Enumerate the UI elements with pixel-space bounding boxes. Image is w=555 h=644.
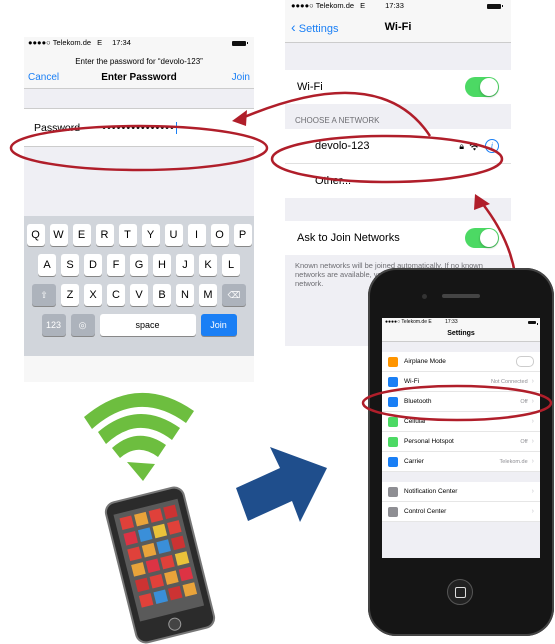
- control-center-icon: [388, 506, 398, 517]
- network-label: E: [428, 319, 432, 325]
- settings-row-label: Control Center: [404, 508, 447, 515]
- airplane-icon: [388, 356, 398, 367]
- blue-arrow-icon: [236, 447, 327, 522]
- airplane-toggle[interactable]: [516, 356, 534, 367]
- settings-title: Settings: [382, 327, 540, 342]
- settings-row-notification-center[interactable]: Notification Center ›: [382, 482, 540, 502]
- password-highlight-oval: [9, 124, 269, 172]
- settings-row-carrier[interactable]: Carrier Telekom.de ›: [382, 452, 540, 472]
- settings-row-airplane-mode[interactable]: Airplane Mode: [382, 352, 540, 372]
- small-smartphone-icon: [104, 486, 216, 644]
- phone-wifi-highlight: [361, 384, 553, 422]
- settings-row-label: Notification Center: [404, 488, 458, 495]
- chevron-right-icon: ›: [531, 438, 534, 445]
- phone-speaker: [442, 294, 480, 298]
- settings-row-value: Off: [520, 438, 528, 445]
- arrow-head-icon: [474, 194, 490, 210]
- arrow-network-to-password: [241, 91, 432, 137]
- settings-row-label: Airplane Mode: [404, 358, 446, 365]
- settings-row-personal-hotspot[interactable]: Personal Hotspot Off ›: [382, 432, 540, 452]
- settings-list: Airplane Mode Wi-Fi Not Connected › Bluetoot…: [382, 352, 540, 522]
- settings-row-label: Carrier: [404, 458, 424, 465]
- carrier-label: Telekom.de: [401, 319, 427, 325]
- chevron-right-icon: ›: [531, 488, 534, 495]
- battery-icon: [528, 321, 538, 325]
- chevron-right-icon: ›: [531, 458, 534, 465]
- phone-settings-screen: ●●●●○ Telekom.de E 17:33 Settings Airpla…: [382, 318, 540, 558]
- signal-dots: ●●●●○: [385, 319, 402, 325]
- home-button[interactable]: [447, 579, 473, 605]
- phone-camera: [422, 294, 427, 299]
- iphone-device: ●●●●○ Telekom.de E 17:33 Settings Airpla…: [368, 268, 554, 636]
- time-label: 17:33: [445, 319, 458, 325]
- status-bar: ●●●●○ Telekom.de E 17:33: [382, 318, 540, 327]
- notification-icon: [388, 486, 398, 497]
- network-highlight-oval: [270, 134, 504, 184]
- arrow-head-icon: [232, 110, 247, 126]
- carrier-icon: [388, 456, 398, 467]
- settings-row-value: Telekom.de: [499, 458, 528, 465]
- hotspot-icon: [388, 436, 398, 447]
- settings-row-label: Personal Hotspot: [404, 438, 454, 445]
- wifi-signal-large-icon: [84, 392, 194, 481]
- chevron-right-icon: ›: [531, 508, 534, 515]
- settings-row-control-center[interactable]: Control Center ›: [382, 502, 540, 522]
